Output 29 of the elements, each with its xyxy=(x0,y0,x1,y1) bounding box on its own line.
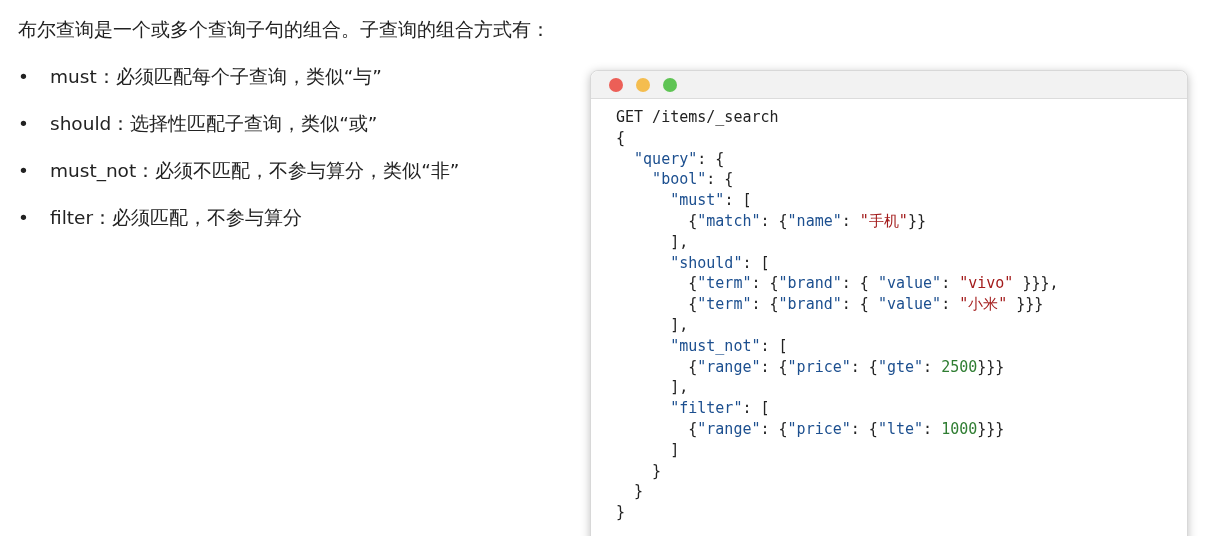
code-line: {"term": {"brand": { "value": "小米" }}} xyxy=(687,294,1044,315)
code-line: {"match": {"name": "手机"}} xyxy=(687,211,926,232)
code-line: } xyxy=(651,460,662,482)
code-line: } xyxy=(633,481,644,503)
code-line: ], xyxy=(669,377,689,399)
bullet-text: should：选择性匹配子查询，类似“或” xyxy=(50,112,378,136)
bullet-marker: • xyxy=(18,112,30,136)
code-line: "must": [ xyxy=(669,190,752,211)
code-line: ], xyxy=(669,231,689,253)
code-line: "must_not": [ xyxy=(669,335,788,357)
code-line: "should": [ xyxy=(669,252,770,274)
code-line: "query": { xyxy=(633,148,725,170)
bullet-marker: • xyxy=(18,206,30,230)
code-line: ], xyxy=(669,314,689,336)
code-line: { xyxy=(616,127,626,149)
code-line: ] xyxy=(669,439,680,461)
bullet-marker: • xyxy=(18,65,30,89)
bullet-text: must_not：必须不匹配，不参与算分，类似“非” xyxy=(50,159,460,184)
bullet-text: filter：必须匹配，不参与算分 xyxy=(50,206,303,230)
code-line: "bool": { xyxy=(651,169,734,191)
code-line: "filter": [ xyxy=(669,398,770,419)
slide-heading: 布尔查询是一个或多个查询子句的组合。子查询的组合方式有： xyxy=(18,17,551,42)
code-line: {"term": {"brand": { "value": "vivo" }}}, xyxy=(687,273,1059,295)
code-line: {"range": {"price": {"gte": 2500}}} xyxy=(687,356,1005,378)
bullet-marker: • xyxy=(18,159,30,183)
code-line: {"range": {"price": {"lte": 1000}}} xyxy=(687,418,1005,440)
code-line: } xyxy=(616,502,626,523)
bullet-text: must：必须匹配每个子查询，类似“与” xyxy=(50,65,382,89)
code-line: GET /items/_search xyxy=(616,107,779,128)
